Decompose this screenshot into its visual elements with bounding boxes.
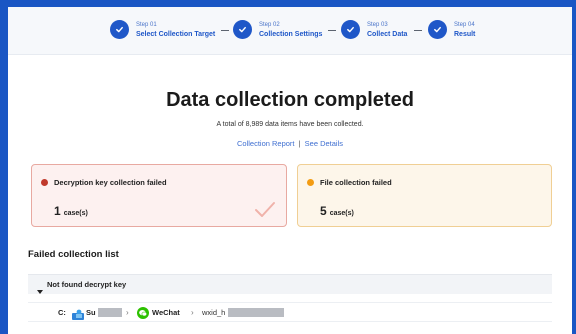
redacted-block [228,308,284,317]
drive-label: C: [58,308,66,317]
user-name: Su [86,308,96,317]
link-separator: | [298,139,301,148]
step-number: Step 03 [367,21,388,28]
group-label: Not found decrypt key [47,280,127,289]
check-icon [110,20,129,39]
app-frame: Step 01 Select Collection Target Step 02… [8,7,572,334]
check-icon [341,20,360,39]
app-label: WeChat [152,308,180,317]
card-label: File collection failed [320,178,392,187]
failed-path-row[interactable]: C: Su › WeChat › wxid_h [28,302,552,322]
error-dot-icon [41,179,48,186]
step-number: Step 02 [259,21,280,28]
step-2[interactable]: Step 02 Collection Settings [233,20,322,39]
stepper: Step 01 Select Collection Target Step 02… [8,7,572,55]
failed-group-header[interactable]: Not found decrypt key [28,274,552,294]
step-label: Collect Data [367,30,408,38]
see-details-link[interactable]: See Details [305,139,343,148]
caret-down-icon[interactable] [37,282,43,300]
count-value: 1 [54,204,61,218]
report-links: Collection Report | See Details [8,139,572,148]
page-title: Data collection completed [166,89,414,111]
step-number: Step 01 [136,21,157,28]
redacted-block [98,308,122,317]
card-label: Decryption key collection failed [54,178,167,187]
step-separator [221,30,229,31]
failed-list-title: Failed collection list [28,249,119,260]
step-separator [328,30,336,31]
count-value: 5 [320,204,327,218]
check-icon [233,20,252,39]
check-icon [428,20,447,39]
step-label: Result [454,30,476,38]
collection-report-link[interactable]: Collection Report [237,139,295,148]
step-label: Select Collection Target [136,30,216,38]
step-1[interactable]: Step 01 Select Collection Target [110,20,215,39]
card-count: 5 case(s) [320,202,354,220]
step-3[interactable]: Step 03 Collect Data [341,20,407,39]
wechat-icon [137,306,149,324]
file-failed-card[interactable]: File collection failed 5 case(s) [297,164,552,227]
warning-dot-icon [307,179,314,186]
summary-text: A total of 8,989 data items have been co… [216,121,364,128]
count-unit: case(s) [63,210,88,217]
account-id: wxid_h [202,308,226,317]
card-count: 1 case(s) [54,202,88,220]
step-separator [414,30,422,31]
user-folder-icon [72,307,84,325]
step-number: Step 04 [454,21,475,28]
step-4[interactable]: Step 04 Result [428,20,475,39]
chevron-right-icon: › [191,308,194,317]
key-failed-card[interactable]: Decryption key collection failed 1 case(s… [31,164,287,227]
step-label: Collection Settings [259,30,323,38]
checkmark-icon [254,201,276,224]
chevron-right-icon: › [126,308,129,317]
count-unit: case(s) [329,210,354,217]
